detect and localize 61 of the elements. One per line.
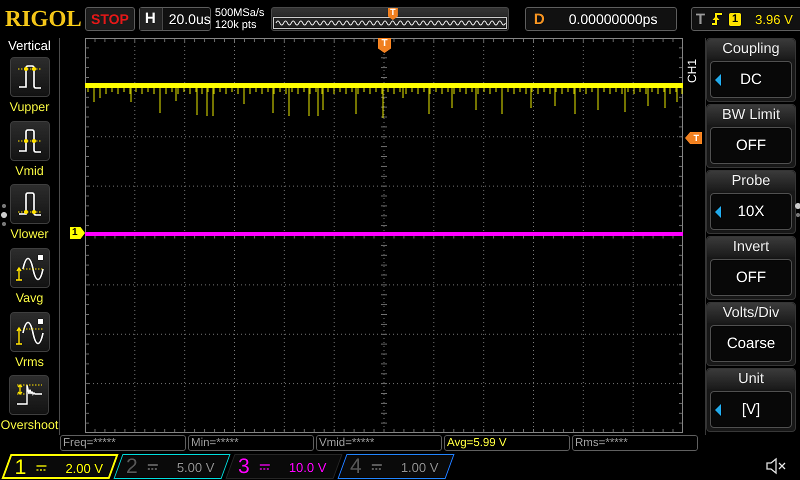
trigger-level-marker: T xyxy=(685,132,702,144)
channel-scale: 2.00 V xyxy=(65,460,104,476)
channel-tab[interactable]: 2 5.00 V xyxy=(113,454,231,479)
measurement-label: Vrms xyxy=(15,354,44,370)
menu-item-title: Probe xyxy=(707,171,795,191)
channel-tab[interactable]: 3 10.0 V xyxy=(225,454,343,479)
channel-tab[interactable]: 1 2.00 V xyxy=(1,454,119,479)
delay-label: D xyxy=(532,10,546,28)
channel-number: 1 xyxy=(14,456,28,480)
menu-value-button[interactable]: [V] xyxy=(710,391,792,428)
delay-value: 0.00000000ps xyxy=(568,11,658,27)
measurement-readout: Rms=***** xyxy=(572,435,698,451)
menu-value-button[interactable]: OFF xyxy=(710,259,792,296)
menu-value-button[interactable]: DC xyxy=(710,61,792,98)
menu-value: OFF xyxy=(736,269,766,286)
menu-value-button[interactable]: OFF xyxy=(710,127,792,164)
channel-marker: 1 xyxy=(70,227,85,239)
channel-number: 3 xyxy=(236,455,251,479)
measurement-label: Overshoot xyxy=(0,417,58,434)
channel-scale: 1.00 V xyxy=(400,460,438,474)
measurement-readout: Freq=***** xyxy=(60,435,186,451)
menu-item-title: Coupling xyxy=(707,39,795,59)
delay-panel[interactable]: D 0.00000000ps xyxy=(524,7,677,31)
channel-scale: 10.0 V xyxy=(288,460,326,474)
menu-value-button[interactable]: Coarse xyxy=(710,325,792,362)
run-stop-button[interactable]: STOP xyxy=(85,7,135,31)
timebase-panel[interactable]: H 20.0us xyxy=(138,7,211,31)
timebase-label: H xyxy=(140,8,163,30)
menu-value: DC xyxy=(740,71,762,88)
sample-rate: 500MSa/s xyxy=(214,7,266,19)
menu-value: [V] xyxy=(742,401,760,418)
measurement-label: Vlower xyxy=(10,226,49,242)
menu-item-title: Invert xyxy=(707,237,795,257)
menu-value-button[interactable]: 10X xyxy=(710,193,792,230)
measurement-readout: Vmid=***** xyxy=(316,435,442,451)
measurement-readout: Avg=5.99 V xyxy=(444,435,570,451)
menu-title: Vertical xyxy=(8,39,51,53)
memory-depth: 120k pts xyxy=(214,19,258,31)
timebase-value: 20.0us xyxy=(168,11,211,27)
trigger-position-marker: T xyxy=(378,38,391,53)
trigger-source-badge: 1 xyxy=(729,12,742,26)
measurement-label: Vupper xyxy=(10,99,50,115)
menu-value: OFF xyxy=(736,137,766,154)
channel-label: CH1 xyxy=(685,59,699,83)
measurement-label: Vmid xyxy=(15,162,44,179)
channel-scale: 5.00 V xyxy=(176,460,214,474)
menu-item-title: Unit xyxy=(707,369,795,389)
channel-tab[interactable]: 4 1.00 V xyxy=(337,454,455,479)
trigger-marker: T xyxy=(388,8,398,20)
menu-item-title: BW Limit xyxy=(707,105,795,125)
channel-number: 2 xyxy=(124,455,139,479)
measurement-readout: Min=***** xyxy=(188,435,314,451)
trigger-panel[interactable]: T 1 3.96 V xyxy=(690,7,800,31)
trigger-level: 3.96 V xyxy=(755,12,793,26)
menu-value: 10X xyxy=(738,203,764,220)
menu-value: Coarse xyxy=(726,335,776,352)
channel-number: 4 xyxy=(348,455,363,479)
trigger-label: T xyxy=(696,10,706,28)
menu-item-title: Volts/Div xyxy=(707,303,795,323)
measurement-label: Vavg xyxy=(16,290,44,306)
logo: RIGOL xyxy=(5,6,81,32)
